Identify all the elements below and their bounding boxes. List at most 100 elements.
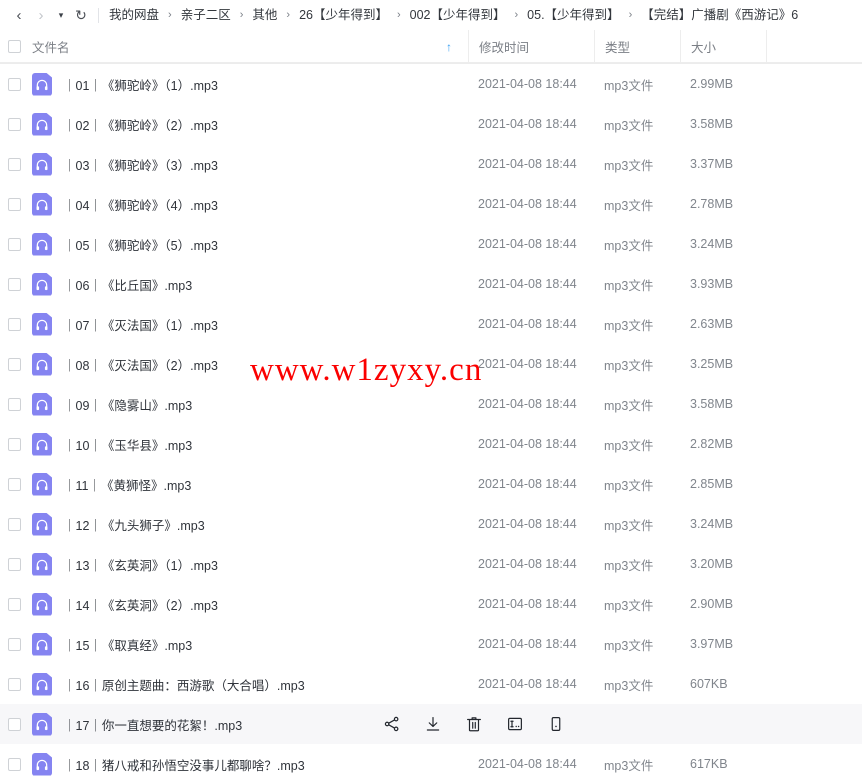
file-name-link[interactable]: ｜11｜《黄狮怪》.mp3 — [63, 475, 191, 494]
table-row[interactable]: ｜01｜《狮驼岭》（1）.mp3 2021-04-08 18:44 mp3文件 2.9… — [0, 64, 862, 104]
file-type-cell: mp3文件 — [594, 504, 680, 544]
row-checkbox[interactable] — [7, 397, 21, 411]
row-checkbox[interactable] — [7, 157, 21, 171]
row-checkbox[interactable] — [7, 517, 21, 531]
table-row[interactable]: ｜07｜《灭法国》（1）.mp3 2021-04-08 18:44 mp3文件 2.6… — [0, 304, 862, 344]
row-tail-cell — [766, 184, 862, 224]
file-name-link[interactable]: ｜15｜《取真经》.mp3 — [63, 635, 192, 654]
table-row[interactable]: ｜05｜《狮驼岭》（5）.mp3 2021-04-08 18:44 mp3文件 3.2… — [0, 224, 862, 264]
file-size-cell-text: 2.90MB — [690, 597, 734, 611]
row-tail-cell — [766, 584, 862, 624]
table-row[interactable]: ｜17｜你一直想要的花絮！.mp3 — [0, 704, 862, 744]
row-checkbox[interactable] — [7, 437, 21, 451]
row-checkbox[interactable] — [7, 717, 21, 731]
modified-cell: 2021-04-08 18:44 — [468, 144, 594, 184]
table-row[interactable]: ｜13｜《玄英洞》（1）.mp3 2021-04-08 18:44 mp3文件 3.2… — [0, 544, 862, 584]
file-name-link[interactable]: ｜16｜原创主题曲：西游歌（大合唱）.mp3 — [63, 675, 305, 694]
row-checkbox[interactable] — [7, 477, 21, 491]
select-all-checkbox[interactable] — [7, 40, 21, 53]
modified-cell: 2021-04-08 18:44 — [468, 624, 594, 664]
file-size-cell: 2.85MB — [680, 464, 766, 504]
caret-down-icon[interactable]: ▾ — [52, 3, 70, 27]
column-header-size[interactable]: 大小 — [680, 30, 766, 63]
file-name-link[interactable]: ｜07｜《灭法国》（1）.mp3 — [63, 315, 218, 334]
table-row[interactable]: ｜10｜《玉华县》.mp3 2021-04-08 18:44 mp3文件 2.82MB — [0, 424, 862, 464]
modified-cell-text: 2021-04-08 18:44 — [478, 557, 577, 571]
table-row[interactable]: ｜11｜《黄狮怪》.mp3 2021-04-08 18:44 mp3文件 2.85MB — [0, 464, 862, 504]
row-checkbox[interactable] — [7, 277, 21, 291]
breadcrumb-item-3[interactable]: 26【少年得到】 — [299, 0, 388, 30]
modified-cell: 2021-04-08 18:44 — [468, 464, 594, 504]
table-row[interactable]: ｜04｜《狮驼岭》（4）.mp3 2021-04-08 18:44 mp3文件 2.7… — [0, 184, 862, 224]
toolbar-divider — [98, 7, 99, 23]
file-type-cell-text: mp3文件 — [604, 438, 654, 453]
file-size-cell-text: 2.63MB — [690, 317, 734, 331]
column-header-modified[interactable]: 修改时间 — [468, 30, 594, 63]
row-checkbox[interactable] — [7, 757, 21, 771]
file-name-link[interactable]: ｜14｜《玄英洞》（2）.mp3 — [63, 595, 218, 614]
file-name-link[interactable]: ｜02｜《狮驼岭》（2）.mp3 — [63, 115, 218, 134]
share-icon[interactable] — [382, 715, 401, 734]
file-size-cell-text: 3.37MB — [690, 157, 734, 171]
row-checkbox[interactable] — [7, 237, 21, 251]
breadcrumb-item-4[interactable]: 002【少年得到】 — [410, 0, 506, 30]
file-name-link[interactable]: ｜05｜《狮驼岭》（5）.mp3 — [63, 235, 218, 254]
table-row[interactable]: ｜09｜《隐雾山》.mp3 2021-04-08 18:44 mp3文件 3.58MB — [0, 384, 862, 424]
file-name-link[interactable]: ｜03｜《狮驼岭》（3）.mp3 — [63, 155, 218, 174]
file-type-cell: mp3文件 — [594, 384, 680, 424]
file-name-link[interactable]: ｜10｜《玉华县》.mp3 — [63, 435, 192, 454]
column-header-type[interactable]: 类型 — [594, 30, 680, 63]
row-checkbox[interactable] — [7, 117, 21, 131]
row-checkbox[interactable] — [7, 197, 21, 211]
row-checkbox-cell — [0, 197, 28, 211]
table-row[interactable]: ｜02｜《狮驼岭》（2）.mp3 2021-04-08 18:44 mp3文件 3.5… — [0, 104, 862, 144]
file-size-cell: 3.25MB — [680, 344, 766, 384]
row-checkbox[interactable] — [7, 357, 21, 371]
mp3-file-icon — [32, 312, 52, 336]
modified-cell-text: 2021-04-08 18:44 — [478, 757, 577, 771]
row-checkbox[interactable] — [7, 637, 21, 651]
row-checkbox[interactable] — [7, 597, 21, 611]
file-name-link[interactable]: ｜12｜《九头狮子》.mp3 — [63, 515, 205, 534]
file-name-link[interactable]: ｜01｜《狮驼岭》（1）.mp3 — [63, 75, 218, 94]
back-icon[interactable]: ‹ — [8, 3, 30, 27]
table-row[interactable]: ｜15｜《取真经》.mp3 2021-04-08 18:44 mp3文件 3.97MB — [0, 624, 862, 664]
rename-icon[interactable] — [505, 715, 524, 734]
mp3-file-icon — [32, 512, 52, 536]
file-name-link[interactable]: ｜13｜《玄英洞》（1）.mp3 — [63, 555, 218, 574]
breadcrumb-item-2[interactable]: 其他 — [252, 0, 277, 30]
mp3-file-icon — [32, 472, 52, 496]
file-name-link[interactable]: ｜04｜《狮驼岭》（4）.mp3 — [63, 195, 218, 214]
table-row[interactable]: ｜03｜《狮驼岭》（3）.mp3 2021-04-08 18:44 mp3文件 3.3… — [0, 144, 862, 184]
table-row[interactable]: ｜18｜猪八戒和孙悟空没事儿都聊啥？.mp3 2021-04-08 18:44 mp… — [0, 744, 862, 783]
column-header-name[interactable]: 文件名 ↑ — [28, 37, 468, 56]
more-icon[interactable] — [546, 715, 565, 734]
sort-ascending-icon[interactable]: ↑ — [446, 41, 452, 53]
file-type-cell-text: mp3文件 — [604, 238, 654, 253]
breadcrumb-item-1[interactable]: 亲子二区 — [181, 0, 231, 30]
row-checkbox[interactable] — [7, 677, 21, 691]
table-row[interactable]: ｜08｜《灭法国》（2）.mp3 2021-04-08 18:44 mp3文件 3.2… — [0, 344, 862, 384]
file-name-link[interactable]: ｜06｜《比丘国》.mp3 — [63, 275, 192, 294]
forward-icon[interactable]: › — [30, 3, 52, 27]
delete-icon[interactable] — [464, 715, 483, 734]
breadcrumb-item-6[interactable]: 【完结】广播剧《西游记》6 — [641, 0, 798, 30]
row-checkbox[interactable] — [7, 317, 21, 331]
row-checkbox[interactable] — [7, 77, 21, 91]
file-name-link[interactable]: ｜09｜《隐雾山》.mp3 — [63, 395, 192, 414]
breadcrumb-item-5[interactable]: 05.【少年得到】 — [527, 0, 619, 30]
table-row[interactable]: ｜06｜《比丘国》.mp3 2021-04-08 18:44 mp3文件 3.93MB — [0, 264, 862, 304]
download-icon[interactable] — [423, 715, 442, 734]
file-size-cell: 3.97MB — [680, 624, 766, 664]
file-name-link[interactable]: ｜17｜你一直想要的花絮！.mp3 — [63, 715, 242, 734]
table-row[interactable]: ｜12｜《九头狮子》.mp3 2021-04-08 18:44 mp3文件 3.24M… — [0, 504, 862, 544]
file-name-link[interactable]: ｜18｜猪八戒和孙悟空没事儿都聊啥？.mp3 — [63, 755, 305, 774]
breadcrumb-item-0[interactable]: 我的网盘 — [109, 0, 159, 30]
row-checkbox-cell — [0, 357, 28, 371]
row-checkbox[interactable] — [7, 557, 21, 571]
row-checkbox-cell — [0, 677, 28, 691]
file-name-link[interactable]: ｜08｜《灭法国》（2）.mp3 — [63, 355, 218, 374]
table-row[interactable]: ｜14｜《玄英洞》（2）.mp3 2021-04-08 18:44 mp3文件 2.9… — [0, 584, 862, 624]
refresh-icon[interactable]: ↻ — [70, 3, 92, 27]
table-row[interactable]: ｜16｜原创主题曲：西游歌（大合唱）.mp3 2021-04-08 18:44 mp… — [0, 664, 862, 704]
